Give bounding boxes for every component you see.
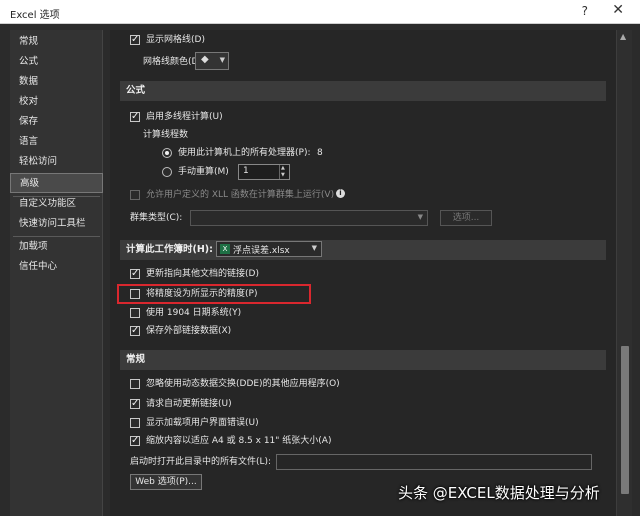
- manual-threads-value: 1: [243, 166, 249, 176]
- scale-a4-label: 缩放内容以适应 A4 或 8.5 x 11" 纸张大小(A): [146, 436, 332, 446]
- close-icon[interactable]: ✕: [612, 2, 624, 18]
- multithread-label: 启用多线程计算(U): [146, 112, 223, 122]
- nav-item-save[interactable]: 保存: [10, 112, 103, 132]
- date1904-checkbox[interactable]: [130, 308, 140, 318]
- options-nav: 常规 公式 数据 校对 保存 语言 轻松访问 高级 自定义功能区 快速访问工具栏…: [10, 30, 103, 516]
- processor-count: 8: [317, 148, 323, 158]
- ignore-dde-checkbox[interactable]: [130, 379, 140, 389]
- vertical-scrollbar[interactable]: ▲: [616, 30, 632, 516]
- save-external-checkbox[interactable]: [130, 323, 140, 339]
- gridline-color-label: 网格线颜色(D): [143, 57, 202, 67]
- manual-threads-label: 手动重算(M): [178, 167, 229, 177]
- auto-update-label: 请求自动更新链接(U): [146, 399, 232, 409]
- highlight-box: [117, 284, 311, 304]
- nav-item-quick-access-toolbar[interactable]: 快速访问工具栏: [10, 214, 103, 234]
- nav-item-addins[interactable]: 加载项: [10, 237, 103, 257]
- nav-item-general[interactable]: 常规: [10, 32, 103, 52]
- cluster-type-label: 群集类型(C):: [130, 213, 183, 223]
- startup-folder-label: 启动时打开此目录中的所有文件(L):: [130, 457, 272, 467]
- startup-folder-input[interactable]: [276, 454, 592, 470]
- update-links-checkbox[interactable]: [130, 266, 140, 282]
- excel-file-icon: X: [220, 244, 230, 254]
- info-icon: i: [336, 189, 345, 198]
- use-all-processors-label: 使用此计算机上的所有处理器(P):: [178, 148, 311, 158]
- scale-a4-checkbox[interactable]: [130, 433, 140, 449]
- cluster-options-button[interactable]: 选项...: [440, 210, 492, 226]
- spin-down-icon[interactable]: ▼: [281, 172, 285, 178]
- watermark-text: 头条 @EXCEL数据处理与分析: [398, 484, 600, 502]
- nav-item-accessibility[interactable]: 轻松访问: [10, 152, 103, 172]
- chevron-down-icon: ▼: [311, 244, 317, 252]
- xll-cluster-checkbox[interactable]: [130, 190, 140, 200]
- multithread-checkbox[interactable]: [130, 109, 140, 125]
- help-icon[interactable]: ?: [582, 4, 588, 18]
- addin-errors-label: 显示加载项用户界面错误(U): [146, 418, 259, 428]
- chevron-down-icon: ▼: [219, 56, 225, 64]
- xll-cluster-label: 允许用户定义的 XLL 函数在计算群集上运行(V): [146, 190, 335, 200]
- window-title: Excel 选项: [10, 10, 60, 21]
- general-section-heading: 常规: [120, 350, 606, 370]
- spin-up-icon[interactable]: ▲: [281, 165, 285, 171]
- use-all-processors-radio[interactable]: [162, 148, 172, 158]
- nav-item-advanced[interactable]: 高级: [10, 173, 103, 193]
- nav-item-formulas[interactable]: 公式: [10, 52, 103, 72]
- chevron-down-icon: ▼: [417, 213, 423, 221]
- workbook-select[interactable]: X 浮点误差.xlsx ▼: [216, 241, 322, 257]
- paint-bucket-icon: ◆: [201, 54, 209, 65]
- ignore-dde-label: 忽略使用动态数据交换(DDE)的其他应用程序(O): [146, 379, 340, 389]
- workbook-name: 浮点误差.xlsx: [233, 246, 290, 256]
- auto-update-checkbox[interactable]: [130, 396, 140, 412]
- scrollbar-thumb[interactable]: [621, 346, 629, 494]
- show-gridlines-checkbox[interactable]: [130, 32, 140, 48]
- scroll-up-icon[interactable]: ▲: [620, 32, 626, 41]
- cluster-type-select[interactable]: ▼: [190, 210, 428, 226]
- addin-errors-checkbox[interactable]: [130, 418, 140, 428]
- nav-item-trust-center[interactable]: 信任中心: [10, 257, 103, 277]
- nav-item-customize-ribbon[interactable]: 自定义功能区: [10, 194, 103, 214]
- manual-threads-radio[interactable]: [162, 167, 172, 177]
- advanced-options-panel: 显示网格线(D) 网格线颜色(D) ◆ ▼ 公式 启用多线程计算(U) 计算线程…: [110, 30, 616, 516]
- formulas-section-heading: 公式: [120, 81, 606, 101]
- gridline-color-dropdown[interactable]: ◆ ▼: [195, 52, 229, 70]
- nav-item-proofing[interactable]: 校对: [10, 92, 103, 112]
- spinner-arrows[interactable]: ▲ ▼: [279, 165, 289, 179]
- date1904-label: 使用 1904 日期系统(Y): [146, 308, 242, 318]
- save-external-label: 保存外部链接数据(X): [146, 326, 232, 336]
- threads-label: 计算线程数: [143, 130, 189, 140]
- update-links-label: 更新指向其他文档的链接(D): [146, 269, 259, 279]
- workbook-calc-heading: 计算此工作簿时(H):: [120, 240, 606, 260]
- title-bar: Excel 选项 ? ✕: [0, 0, 640, 24]
- nav-item-language[interactable]: 语言: [10, 132, 103, 152]
- nav-item-data[interactable]: 数据: [10, 72, 103, 92]
- show-gridlines-label: 显示网格线(D): [146, 35, 205, 45]
- web-options-button[interactable]: Web 选项(P)...: [130, 474, 202, 490]
- manual-threads-spinner[interactable]: 1 ▲ ▼: [238, 164, 290, 180]
